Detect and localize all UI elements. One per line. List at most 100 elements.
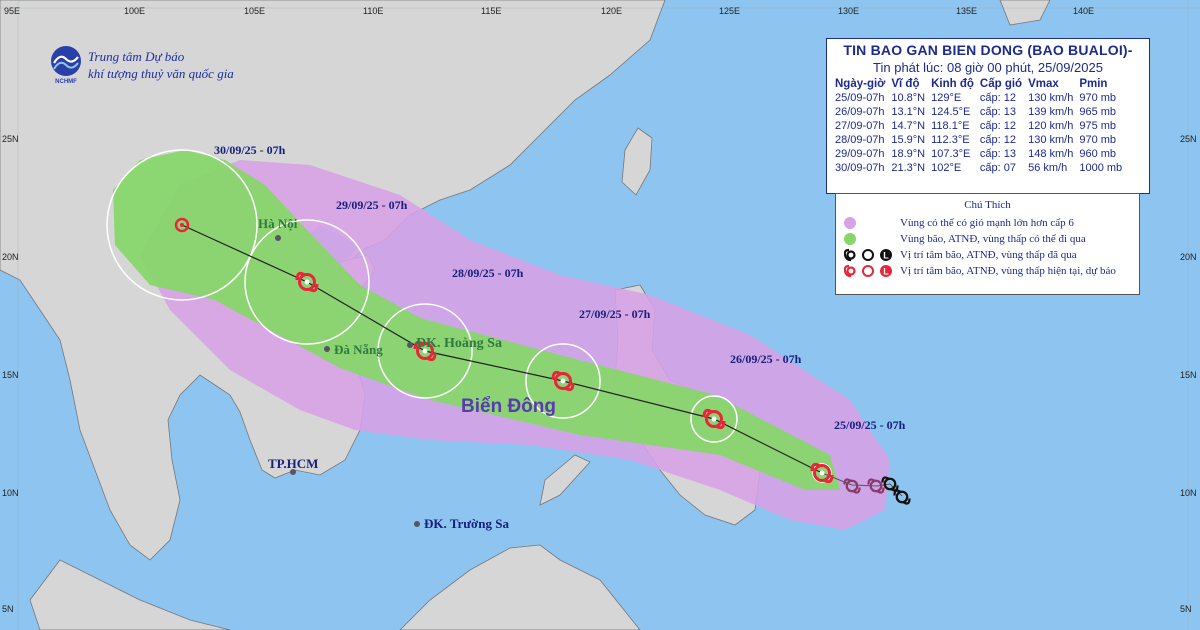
danang-marker [324, 346, 330, 352]
cell: 56 km/h [1028, 162, 1068, 174]
legend-box: Chú Thích Vùng có thể có gió mạnh lớn hơ… [835, 193, 1140, 295]
cell: 14.7°N [891, 120, 926, 132]
cell: 13.1°N [891, 106, 926, 118]
cell: cấp: 13 [979, 148, 1017, 160]
label-truongsa: ĐK. Trường Sa [424, 516, 509, 531]
cell: 139 km/h [1028, 106, 1074, 118]
truongsa-marker [414, 521, 420, 527]
lat-tick-right: 20N [1180, 252, 1197, 262]
table-row: 28/09-07h 15.9°N 112.3°E cấp: 12 130 km/h 970… [833, 133, 1126, 147]
table-row: 27/09-07h 14.7°N 118.1°E cấp: 12 120 km/h 975… [833, 119, 1126, 133]
lon-tick: 130E [838, 6, 860, 16]
cell: 975 mb [1079, 120, 1117, 132]
cell: 118.1°E [931, 120, 970, 132]
cell: cấp: 12 [979, 134, 1017, 146]
label-hanoi: Hà Nội [258, 216, 298, 231]
forecast-table: Ngày-giờ Vĩ độ Kinh độ Cấp gió Vmax Pmin… [833, 78, 1126, 175]
legend-label: Vùng có thể có gió mạnh lớn hơn cấp 6 [900, 217, 1074, 229]
lat-tick-right: 5N [1180, 604, 1192, 614]
date-label: 29/09/25 - 07h [336, 198, 408, 212]
cell: 960 mb [1079, 148, 1117, 160]
lon-tick: 140E [1073, 6, 1095, 16]
lon-tick: 125E [719, 6, 741, 16]
table-row: 25/09-07h 10.8°N 129°E cấp: 12 130 km/h 970 m… [833, 91, 1126, 105]
hanoi-marker [275, 235, 281, 241]
lat-tick-left: 15N [2, 370, 19, 380]
svg-text:L: L [883, 251, 889, 261]
cell: 129°E [931, 92, 962, 104]
legend-item: Vùng có thể có gió mạnh lớn hơn cấp 6 [844, 215, 1139, 231]
bulletin-title: TIN BAO GAN BIEN DONG (BAO BUALOI)- [843, 42, 1133, 58]
lat-tick-right: 10N [1180, 488, 1197, 498]
table-row: 29/09-07h 18.9°N 107.3°E cấp: 13 148 km/h 960… [833, 147, 1126, 161]
hoangsa-marker [407, 342, 413, 348]
violet-dot-icon [844, 217, 856, 229]
cell: cấp: 12 [979, 92, 1017, 104]
cell: 27/09-07h [835, 120, 885, 132]
cell: 29/09-07h [835, 148, 885, 160]
cell: 25/09-07h [835, 92, 885, 104]
low-pressure-dot [180, 223, 184, 227]
col-header: Vĩ độ [891, 78, 920, 90]
cell: 124.5°E [931, 106, 971, 118]
forecast-symbols-icon: L [844, 264, 900, 278]
organization-header: NCHMF Trung tâm Dự báo khí tượng thuỷ vă… [48, 45, 234, 85]
table-header-row: Ngày-giờ Vĩ độ Kinh độ Cấp gió Vmax Pmin [833, 78, 1126, 91]
legend-label: Vị trí tâm bão, ATNĐ, vùng thấp đã qua [900, 249, 1077, 261]
svg-text:L: L [883, 267, 889, 277]
cell: 30/09-07h [835, 162, 885, 174]
cell: cấp: 12 [979, 120, 1017, 132]
legend-label: Vị trí tâm bão, ATNĐ, vùng thấp hiện tại… [900, 265, 1116, 277]
cell: 15.9°N [891, 134, 926, 146]
date-label: 26/09/25 - 07h [730, 352, 802, 366]
cell: 112.3°E [931, 134, 970, 146]
lat-tick-left: 20N [2, 252, 19, 262]
legend-label: Vùng bão, ATNĐ, vùng thấp có thể đi qua [900, 233, 1086, 245]
cell: cấp: 13 [979, 106, 1017, 118]
cell: 18.9°N [891, 148, 926, 160]
cell: 102°E [931, 162, 962, 174]
cell: 148 km/h [1028, 148, 1074, 160]
past-symbols-icon: L [844, 248, 900, 262]
cell: cấp: 07 [979, 162, 1017, 174]
date-label: 30/09/25 - 07h [214, 143, 286, 157]
col-header: Cấp gió [979, 78, 1023, 90]
svg-text:NCHMF: NCHMF [55, 79, 77, 85]
lat-tick-left: 10N [2, 488, 19, 498]
lat-tick-right: 15N [1180, 370, 1197, 380]
lon-tick: 135E [956, 6, 978, 16]
cell: 130 km/h [1028, 134, 1074, 146]
col-header: Vmax [1028, 78, 1059, 90]
legend-item: Vùng bão, ATNĐ, vùng thấp có thể đi qua [844, 231, 1139, 247]
cell: 970 mb [1079, 134, 1117, 146]
lat-tick-right: 25N [1180, 134, 1197, 144]
cell: 965 mb [1079, 106, 1117, 118]
lon-tick: 100E [124, 6, 146, 16]
cell: 28/09-07h [835, 134, 885, 146]
lon-tick: 95E [4, 6, 21, 16]
org-line-2: khí tượng thuỷ văn quốc gia [88, 66, 234, 81]
cell: 1000 mb [1079, 162, 1123, 174]
cell: 120 km/h [1028, 120, 1074, 132]
cell: 107.3°E [931, 148, 971, 160]
org-line-1: Trung tâm Dự báo [88, 49, 185, 64]
legend-item: L Vị trí tâm bão, ATNĐ, vùng thấp đã qua [844, 247, 1139, 263]
lon-tick: 105E [244, 6, 266, 16]
storm-track-map: 95E 100E 105E 110E 115E 120E 125E 130E 1… [0, 0, 1200, 630]
table-row: 26/09-07h 13.1°N 124.5°E cấp: 13 139 km/h 965… [833, 105, 1126, 119]
cell: 130 km/h [1028, 92, 1074, 104]
green-dot-icon [844, 233, 856, 245]
col-header: Pmin [1079, 78, 1108, 90]
table-row: 30/09-07h 21.3°N 102°E cấp: 07 56 km/h 1000 m… [833, 161, 1126, 175]
date-label: 27/09/25 - 07h [579, 307, 651, 321]
lon-tick: 110E [363, 6, 384, 16]
label-bien-dong: Biển Đông [461, 396, 556, 417]
label-hoangsa: ĐK. Hoàng Sa [416, 336, 502, 351]
lon-tick: 115E [481, 6, 502, 16]
cell: 970 mb [1079, 92, 1117, 104]
legend-item: L Vị trí tâm bão, ATNĐ, vùng thấp hiện t… [844, 263, 1139, 279]
date-label: 28/09/25 - 07h [452, 266, 524, 280]
cell: 26/09-07h [835, 106, 885, 118]
label-danang: Đà Nẵng [334, 342, 383, 357]
forecast-info-box: TIN BAO GAN BIEN DONG (BAO BUALOI)- Tin … [826, 38, 1150, 194]
